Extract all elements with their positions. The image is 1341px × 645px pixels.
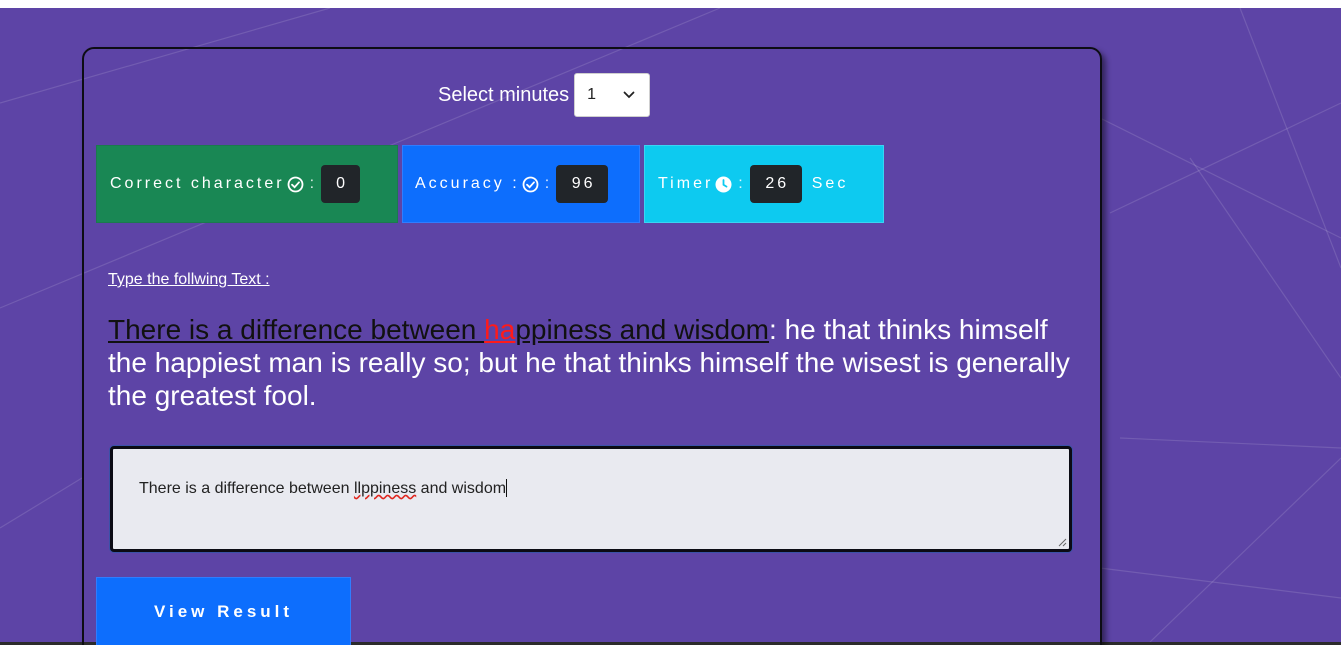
timer-value: 26: [749, 165, 802, 203]
accuracy-stat: Accuracy : : 96: [402, 145, 640, 223]
minutes-selector: Select minutes 1: [438, 73, 651, 117]
accuracy-value: 96: [556, 165, 609, 203]
correct-characters-label: Correct character: [110, 175, 285, 192]
passage-typed-rest: ppiness and wisdom: [515, 314, 770, 345]
check-circle-icon: [287, 176, 304, 193]
correct-separator: :: [309, 175, 318, 192]
passage-typed-correct: There is a difference between: [108, 314, 485, 345]
correct-characters-stat: Correct character : 0: [96, 145, 398, 223]
text-cursor: [506, 479, 508, 497]
check-circle-icon: [522, 176, 539, 193]
timer-unit: Sec: [811, 175, 849, 192]
minutes-label: Select minutes: [438, 83, 570, 106]
typing-input[interactable]: There is a difference between llppiness …: [110, 446, 1072, 552]
minutes-select[interactable]: 1: [574, 73, 651, 117]
minutes-value: 1: [587, 86, 597, 103]
timer-stat: Timer : 26 Sec: [644, 145, 884, 223]
instruction-text: Type the follwing Text :: [108, 271, 270, 288]
correct-characters-value: 0: [321, 165, 361, 203]
accuracy-separator: :: [544, 175, 553, 192]
input-misspelled-word: llppiness: [353, 480, 417, 497]
accuracy-label: Accuracy :: [415, 175, 520, 192]
passage-text: There is a difference between happiness …: [108, 313, 1083, 412]
resize-handle-icon[interactable]: [1057, 537, 1067, 547]
passage-typed-error: ha: [484, 314, 516, 345]
input-text-before: There is a difference between: [139, 480, 354, 497]
input-text-after: and wisdom: [416, 480, 507, 497]
chevron-down-icon: [623, 91, 635, 99]
view-result-button[interactable]: View Result: [96, 577, 351, 645]
clock-icon: [715, 176, 732, 193]
timer-label: Timer: [658, 175, 714, 192]
timer-separator: :: [738, 175, 746, 192]
